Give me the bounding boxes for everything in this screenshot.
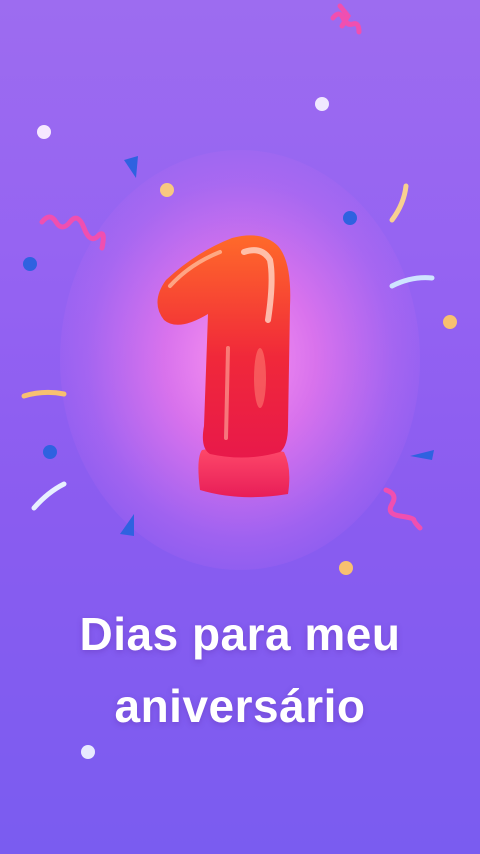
title-line-2: aniversário <box>114 680 366 732</box>
birthday-countdown-screen: Dias para meu aniversário <box>0 0 480 854</box>
balloon-number-one-icon <box>157 235 291 498</box>
title-line-1: Dias para meu <box>79 608 401 660</box>
